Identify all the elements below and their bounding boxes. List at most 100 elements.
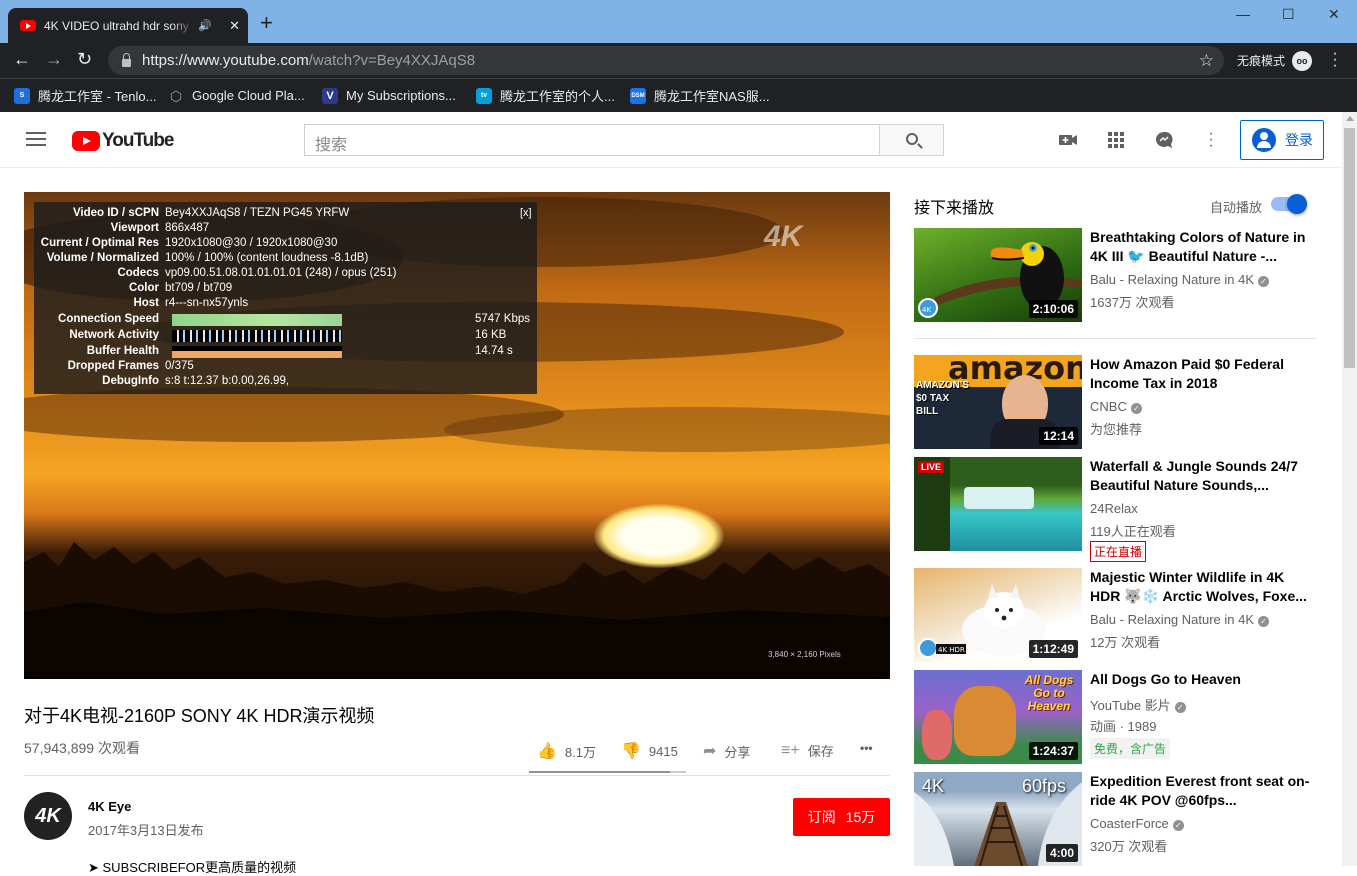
bookmark-item[interactable]: ⬡ Google Cloud Pla... [168, 79, 305, 112]
video-card-channel[interactable]: Balu - Relaxing Nature in 4K ✓ [1090, 272, 1270, 287]
video-card-title[interactable]: Expedition Everest front seat on-ride 4K… [1090, 772, 1310, 810]
dislike-count: 9415 [648, 743, 678, 759]
bookmark-label: 腾龙工作室 - Tenlo... [38, 89, 157, 104]
bookmark-item[interactable]: tv 腾龙工作室的个人... [476, 79, 615, 112]
60fps-thumb-label: 60fps [1022, 776, 1067, 796]
video-title: 对于4K电视-2160P SONY 4K HDR演示视频 [24, 706, 375, 726]
stats-value: 866x487 [165, 222, 210, 234]
video-thumbnail[interactable]: 4K HDR 1:12:49 [914, 568, 1082, 662]
minimize-icon[interactable]: — [1236, 6, 1250, 22]
speaker-icon[interactable]: 🔊 [198, 19, 212, 32]
stats-key: Codecs [117, 267, 159, 279]
back-icon[interactable]: ← [13, 49, 31, 70]
autoplay-toggle[interactable] [1271, 194, 1307, 214]
bookmark-item[interactable]: V My Subscriptions... [322, 79, 456, 112]
sidebar-video-card[interactable]: 4K 2:10:06 Breathtaking Colors of Nature… [914, 228, 1316, 322]
video-card-title[interactable]: Waterfall & Jungle Sounds 24/7 Beautiful… [1090, 457, 1310, 495]
more-actions-icon[interactable]: ••• [860, 741, 873, 755]
bookmark-favicon-icon: DSM [630, 87, 646, 104]
like-count: 8.1万 [564, 744, 596, 760]
youtube-logo-text: YouTube [102, 130, 174, 151]
bookmark-item[interactable]: DSM 腾龙工作室NAS服... [630, 79, 770, 112]
apps-grid-icon[interactable] [1106, 131, 1126, 149]
sidebar-video-card[interactable]: LIVE Waterfall & Jungle Sounds 24/7 Beau… [914, 457, 1316, 562]
stats-value: 5747 Kbps [475, 313, 530, 325]
stats-key: Volume / Normalized [46, 252, 159, 264]
youtube-favicon-icon [20, 20, 36, 31]
search-button[interactable] [879, 124, 944, 156]
close-window-icon[interactable]: ✕ [1328, 6, 1340, 23]
address-bar[interactable]: https://www.youtube.com/watch?v=Bey4XXJA… [108, 46, 1224, 75]
sidebar-video-card[interactable]: All Dogs Go to Heaven 1:24:37 All Dogs G… [914, 670, 1316, 764]
scrollbar-thumb[interactable] [1344, 128, 1355, 368]
browser-tab[interactable]: 4K VIDEO ultrahd hdr sony 4K VIDEOS demo… [8, 8, 248, 43]
bookmark-favicon-icon: S [14, 87, 30, 104]
reload-icon[interactable]: ↻ [77, 49, 92, 70]
stats-close-button[interactable]: [x] [520, 207, 532, 219]
video-card-channel[interactable]: YouTube 影片 ✓ [1090, 695, 1186, 714]
lock-icon [122, 52, 131, 67]
sidebar-video-card[interactable]: amazon AMAZON'S $0 TAX BILL 12:14 How Am… [914, 355, 1316, 449]
video-description: ➤ SUBSCRIBEFOR更高质量的视频 [88, 860, 297, 875]
maximize-icon[interactable]: ☐ [1282, 6, 1295, 23]
bookmark-favicon-icon: tv [476, 87, 492, 104]
video-thumbnail[interactable]: 4K 60fps 4:00 [914, 772, 1082, 866]
incognito-icon[interactable]: oo [1292, 51, 1312, 71]
youtube-logo[interactable]: YouTube [72, 130, 174, 152]
dislike-button[interactable]: 👎 9415 [621, 741, 678, 761]
video-card-title[interactable]: Breathtaking Colors of Nature in 4K III … [1090, 228, 1310, 266]
video-card-channel[interactable]: CoasterForce ✓ [1090, 816, 1184, 831]
video-card-channel[interactable]: Balu - Relaxing Nature in 4K ✓ [1090, 612, 1270, 627]
tab-close-icon[interactable]: ✕ [229, 18, 240, 34]
channel-avatar[interactable]: 4K [24, 792, 72, 840]
video-card-title[interactable]: All Dogs Go to Heaven [1090, 670, 1310, 689]
subscribe-button[interactable]: 订阅 15万 [793, 798, 890, 836]
search-input[interactable]: 搜索 [304, 124, 880, 156]
sentiment-bar [529, 771, 686, 773]
video-card-title[interactable]: How Amazon Paid $0 Federal Income Tax in… [1090, 355, 1310, 393]
verified-icon: ✓ [1174, 702, 1186, 713]
bookmark-star-icon[interactable]: ☆ [1199, 51, 1214, 71]
save-button[interactable]: ≡+ 保存 [781, 741, 834, 760]
svg-text:4K HDR: 4K HDR [938, 646, 965, 654]
video-player[interactable]: 4K 3,840 × 2,160 Pixels [x] Video ID / s… [24, 192, 890, 679]
forward-icon[interactable]: → [45, 49, 63, 70]
verified-icon: ✓ [1258, 616, 1270, 627]
channel-name[interactable]: 4K Eye [88, 799, 131, 814]
video-card-title[interactable]: Majestic Winter Wildlife in 4K HDR 🐺❄️ A… [1090, 568, 1310, 606]
account-icon [1252, 128, 1276, 152]
new-tab-button[interactable]: + [260, 12, 273, 34]
video-card-views: 320万 次观看 [1090, 839, 1168, 854]
page-scrollbar[interactable] [1342, 112, 1357, 866]
stats-key: Buffer Health [86, 345, 159, 357]
signin-button[interactable]: 登录 [1240, 120, 1324, 160]
stats-key: Color [128, 282, 159, 294]
sidebar-video-card[interactable]: 4K 60fps 4:00 Expedition Everest front s… [914, 772, 1316, 866]
channel-label: CoasterForce [1090, 816, 1169, 831]
cartoon-dog [954, 686, 1016, 756]
stats-value: r4---sn-nx57ynls [165, 297, 249, 309]
video-thumbnail[interactable]: 4K 2:10:06 [914, 228, 1082, 322]
video-thumbnail[interactable]: amazon AMAZON'S $0 TAX BILL 12:14 [914, 355, 1082, 449]
messages-icon[interactable] [1154, 131, 1174, 149]
video-duration: 1:24:37 [1028, 742, 1078, 760]
stats-row: Color bt709 / bt709 [34, 282, 232, 297]
video-thumbnail[interactable]: LIVE [914, 457, 1082, 551]
bookmark-item[interactable]: S 腾龙工作室 - Tenlo... [14, 79, 156, 112]
video-thumbnail[interactable]: All Dogs Go to Heaven 1:24:37 [914, 670, 1082, 764]
share-button[interactable]: ➦ 分享 [703, 741, 750, 761]
settings-menu-icon[interactable]: · · · [1208, 126, 1214, 154]
browser-menu-icon[interactable]: · · · [1332, 46, 1338, 74]
create-video-icon[interactable] [1058, 131, 1078, 149]
video-duration: 2:10:06 [1028, 300, 1078, 318]
sidebar-video-card[interactable]: 4K HDR 1:12:49 Majestic Winter Wildlife … [914, 568, 1316, 662]
scroll-up-icon[interactable] [1346, 116, 1354, 121]
save-label: 保存 [807, 744, 834, 759]
like-button[interactable]: 👍 8.1万 [537, 741, 596, 761]
verified-icon: ✓ [1130, 403, 1142, 414]
hamburger-menu-icon[interactable] [26, 132, 46, 146]
video-card-channel[interactable]: 24Relax [1090, 501, 1138, 516]
stats-row: DebugInfo s:8 t:12.37 b:0.00,26.99, [34, 375, 289, 390]
url-host: https://www.youtube.com [142, 52, 309, 69]
video-card-channel[interactable]: CNBC ✓ [1090, 399, 1142, 414]
